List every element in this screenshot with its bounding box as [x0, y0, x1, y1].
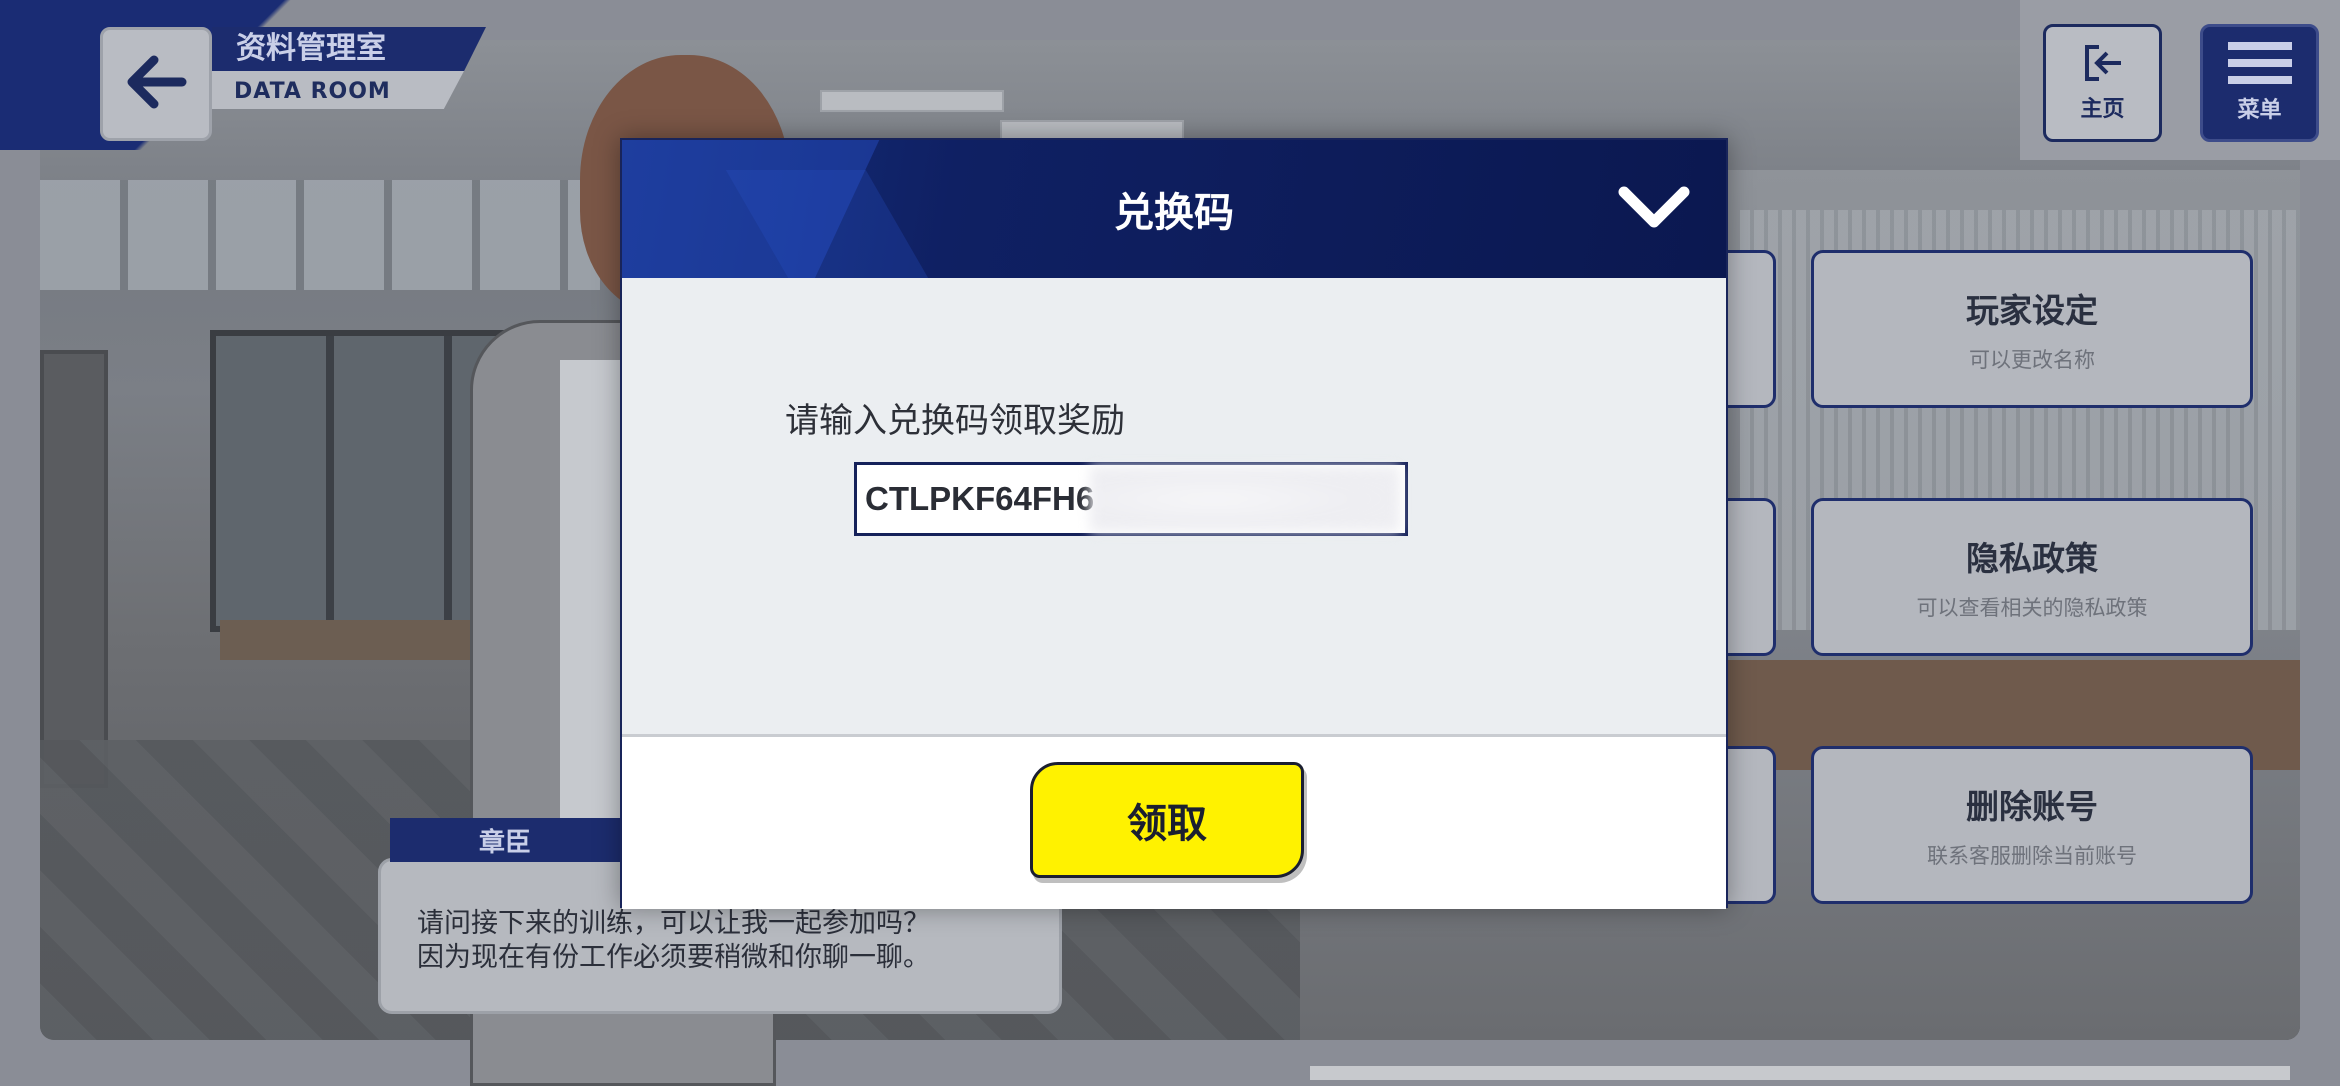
card-subtitle: 可以查看相关的隐私政策	[1916, 596, 2148, 620]
arrow-left-icon	[124, 54, 188, 114]
chevron-down-icon	[1616, 182, 1692, 236]
speaker-name: 章臣	[390, 818, 620, 862]
delete-account-card[interactable]: 删除账号 联系客服删除当前账号	[1811, 746, 2253, 904]
room-title: 资料管理室 DATA ROOM	[212, 27, 486, 109]
menu-label: 菜单	[2237, 98, 2282, 123]
redeem-prompt: 请输入兑换码领取奖励	[785, 401, 1125, 441]
card-title: 删除账号	[1966, 787, 2098, 826]
home-button[interactable]: 主页	[2043, 24, 2162, 142]
back-button[interactable]	[100, 27, 212, 141]
menu-button[interactable]: 菜单	[2200, 24, 2319, 142]
door	[40, 350, 108, 788]
redeem-code-dialog: 兑换码 请输入兑换码领取奖励 领取	[620, 138, 1728, 909]
glass-wall	[40, 180, 600, 290]
card-title: 隐私政策	[1966, 539, 2098, 578]
redeem-code-input[interactable]	[854, 462, 1408, 536]
player-settings-card[interactable]: 玩家设定 可以更改名称	[1811, 250, 2253, 408]
dialogue-text: 请问接下来的训练，可以让我一起参加吗？ 因为现在有份工作必须要稍微和你聊一聊。	[417, 908, 930, 973]
card-title: 玩家设定	[1966, 291, 2098, 330]
card-subtitle: 联系客服删除当前账号	[1927, 844, 2137, 868]
ceiling-light	[820, 90, 1004, 112]
exit-icon	[2081, 43, 2125, 87]
close-button[interactable]	[1612, 176, 1696, 242]
claim-button[interactable]: 领取	[1030, 762, 1304, 878]
dialog-header: 兑换码	[622, 140, 1726, 278]
privacy-policy-card[interactable]: 隐私政策 可以查看相关的隐私政策	[1811, 498, 2253, 656]
hamburger-icon	[2227, 42, 2292, 88]
card-subtitle: 可以更改名称	[1969, 348, 2095, 372]
floor-strip	[1310, 1066, 2290, 1080]
room-title-cn: 资料管理室	[212, 27, 486, 71]
home-label: 主页	[2080, 97, 2125, 122]
dialog-title: 兑换码	[1114, 190, 1234, 236]
room-title-en: DATA ROOM	[212, 71, 464, 109]
